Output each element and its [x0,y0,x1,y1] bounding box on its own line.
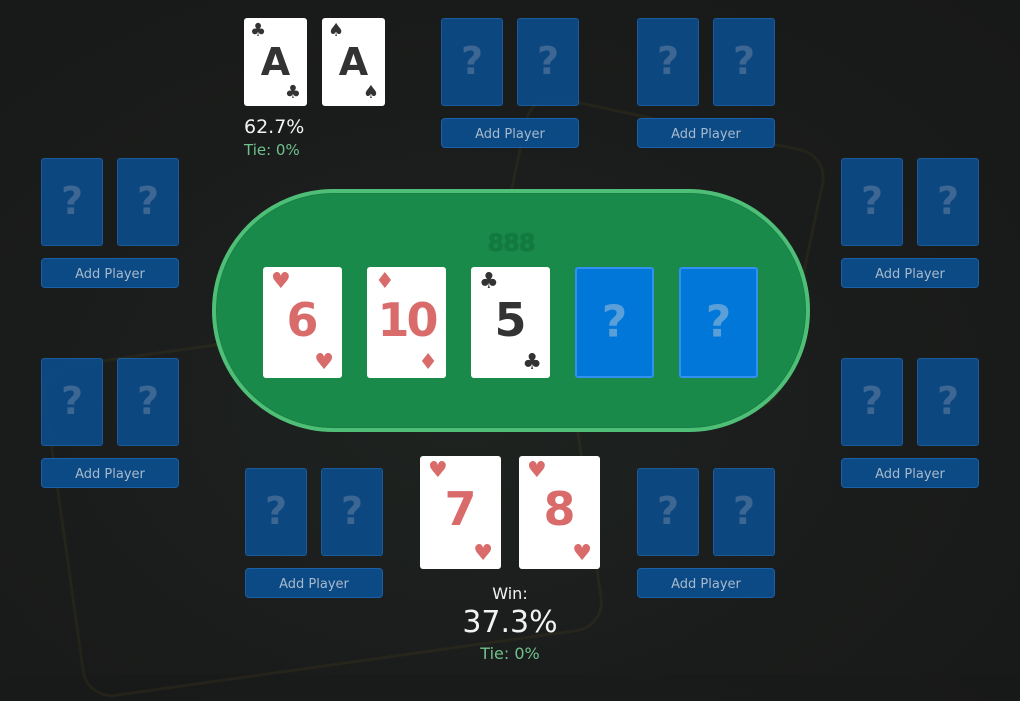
empty-card-slot[interactable]: ? [321,468,383,556]
hole-card[interactable]: ♣ A ♣ [244,18,307,106]
seat-left-upper: ? ? Add Player [41,158,179,288]
heart-icon: ♥ [428,458,448,483]
empty-card-slot[interactable]: ? [245,468,307,556]
hole-cards: ? ? [637,468,775,556]
heart-icon: ♥ [527,458,547,483]
question-icon: ? [340,489,364,534]
hole-card[interactable]: ♥ 8 ♥ [519,456,600,569]
empty-card-slot[interactable]: ? [41,158,103,246]
question-icon: ? [536,39,560,84]
club-icon: ♣ [522,350,542,375]
hole-cards: ♥ 7 ♥ ♥ 8 ♥ [420,456,600,569]
empty-card-slot[interactable]: ? [637,18,699,106]
empty-card-slot[interactable]: ? [841,358,903,446]
question-icon: ? [732,39,756,84]
board-card-turn[interactable]: ? [575,267,654,378]
question-icon: ? [601,295,628,347]
empty-card-slot[interactable]: ? [917,358,979,446]
add-player-button[interactable]: Add Player [637,118,775,148]
club-icon: ♣ [284,82,301,103]
card-rank: A [338,40,369,84]
question-icon: ? [60,179,84,224]
question-icon: ? [60,379,84,424]
heart-icon: ♥ [572,541,592,566]
card-rank: 7 [444,482,477,536]
empty-card-slot[interactable]: ? [637,468,699,556]
seat-top-center: ? ? Add Player [441,18,579,148]
heart-icon: ♥ [314,350,334,375]
empty-card-slot[interactable]: ? [841,158,903,246]
spade-icon: ♠ [362,82,379,103]
board-card-river[interactable]: ? [679,267,758,378]
question-icon: ? [264,489,288,534]
hole-cards: ? ? [245,468,383,556]
board-card-flop-3[interactable]: ♣ 5 ♣ [471,267,550,378]
heart-icon: ♥ [473,541,493,566]
card-rank: 6 [286,293,319,347]
empty-card-slot[interactable]: ? [117,358,179,446]
seat-bottom-left: ? ? Add Player [245,468,383,598]
tie-percentage: Tie: 0% [480,644,540,663]
empty-card-slot[interactable]: ? [917,158,979,246]
hole-card[interactable]: ♥ 7 ♥ [420,456,501,569]
hole-cards: ? ? [41,358,179,446]
card-rank: 5 [494,293,527,347]
hole-cards: ? ? [841,158,979,246]
board-card-flop-2[interactable]: ♦ 10 ♦ [367,267,446,378]
diamond-icon: ♦ [418,350,438,375]
empty-card-slot[interactable]: ? [441,18,503,106]
table-logo: 888 [487,229,535,257]
win-percentage: 62.7% [244,116,305,138]
hole-cards: ? ? [637,18,775,106]
card-rank: 8 [543,482,576,536]
seat-right-upper: ? ? Add Player [841,158,979,288]
add-player-button[interactable]: Add Player [841,458,979,488]
hole-cards: ? ? [41,158,179,246]
hole-cards: ♣ A ♣ ♠ A ♠ [244,18,385,106]
card-rank: 10 [377,293,438,347]
question-icon: ? [860,379,884,424]
question-icon: ? [860,179,884,224]
seat-left-lower: ? ? Add Player [41,358,179,488]
question-icon: ? [732,489,756,534]
question-icon: ? [656,39,680,84]
add-player-button[interactable]: Add Player [441,118,579,148]
seat-bottom-center: ♥ 7 ♥ ♥ 8 ♥ Win: 37.3% Tie: 0% [420,456,600,663]
add-player-button[interactable]: Add Player [841,258,979,288]
win-percentage: 37.3% [462,605,558,640]
empty-card-slot[interactable]: ? [713,468,775,556]
community-cards: ♥ 6 ♥ ♦ 10 ♦ ♣ 5 ♣ ? ? [263,267,758,378]
empty-card-slot[interactable]: ? [713,18,775,106]
hole-cards: ? ? [841,358,979,446]
question-icon: ? [705,295,732,347]
hole-cards: ? ? [441,18,579,106]
diamond-icon: ♦ [375,269,395,294]
question-icon: ? [936,179,960,224]
seat-top-right: ? ? Add Player [637,18,775,148]
card-rank: A [260,40,291,84]
tie-percentage: Tie: 0% [244,141,300,159]
club-icon: ♣ [479,269,499,294]
hole-card[interactable]: ♠ A ♠ [322,18,385,106]
seat-right-lower: ? ? Add Player [841,358,979,488]
empty-card-slot[interactable]: ? [117,158,179,246]
spade-icon: ♠ [328,20,345,41]
heart-icon: ♥ [271,269,291,294]
seat-bottom-right: ? ? Add Player [637,468,775,598]
empty-card-slot[interactable]: ? [41,358,103,446]
club-icon: ♣ [250,20,267,41]
seat-top-left: ♣ A ♣ ♠ A ♠ 62.7% Tie: 0% [244,18,385,159]
add-player-button[interactable]: Add Player [637,568,775,598]
add-player-button[interactable]: Add Player [245,568,383,598]
win-label: Win: [492,584,528,603]
question-icon: ? [656,489,680,534]
question-icon: ? [136,179,160,224]
question-icon: ? [460,39,484,84]
question-icon: ? [936,379,960,424]
question-icon: ? [136,379,160,424]
empty-card-slot[interactable]: ? [517,18,579,106]
add-player-button[interactable]: Add Player [41,258,179,288]
board-card-flop-1[interactable]: ♥ 6 ♥ [263,267,342,378]
add-player-button[interactable]: Add Player [41,458,179,488]
